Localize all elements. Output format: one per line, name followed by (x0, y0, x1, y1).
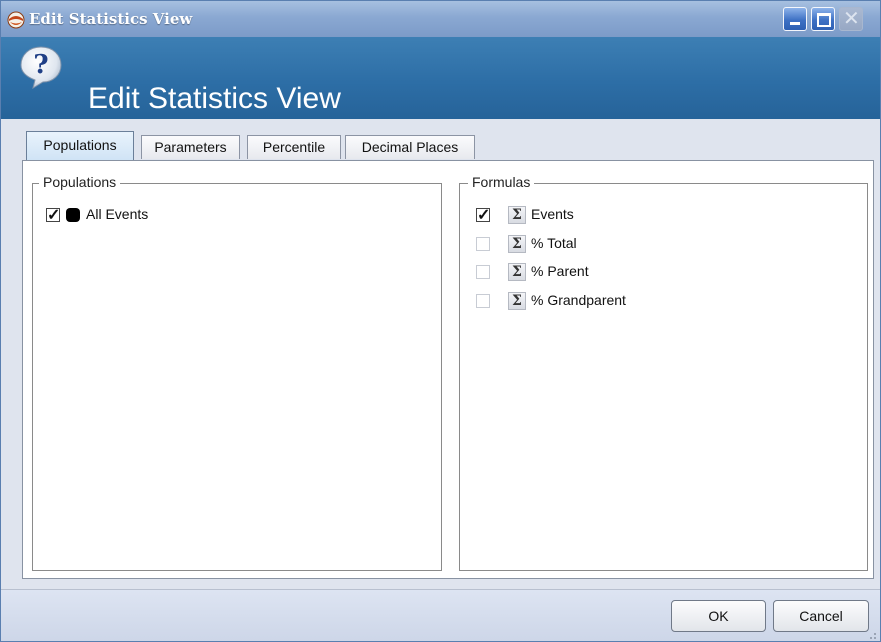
svg-text:?: ? (33, 50, 48, 80)
close-icon: ✕ (843, 6, 860, 30)
edit-statistics-dialog: Edit Statistics View ✕ ? Edit Statistics… (0, 0, 881, 642)
ok-button[interactable]: OK (671, 600, 766, 632)
formula-checkbox[interactable] (476, 294, 490, 308)
tab-percentile[interactable]: Percentile (247, 135, 341, 159)
close-button[interactable]: ✕ (839, 6, 863, 31)
populations-group: Populations ✓ All Events (32, 174, 442, 571)
population-color-swatch (66, 208, 80, 222)
formula-label: % Total (531, 235, 577, 251)
maximize-icon (817, 13, 831, 27)
dialog-heading: Edit Statistics View (88, 82, 341, 115)
maximize-button[interactable] (811, 7, 835, 31)
cancel-button[interactable]: Cancel (773, 600, 869, 632)
formula-label: Events (531, 206, 574, 222)
population-item[interactable]: ✓ All Events (46, 205, 346, 225)
sigma-icon: Σ (508, 235, 526, 253)
help-icon: ? (20, 46, 62, 89)
formula-checkbox[interactable]: ✓ (476, 207, 491, 224)
sigma-icon: Σ (508, 263, 526, 281)
tab-strip: Populations Parameters Percentile Decima… (1, 119, 880, 161)
checkmark-icon: ✓ (47, 207, 61, 224)
formula-item[interactable]: ✓ Σ Events (476, 205, 776, 225)
formulas-legend: Formulas (468, 174, 535, 190)
populations-legend: Populations (39, 174, 121, 190)
tab-parameters[interactable]: Parameters (141, 135, 240, 159)
window-title: Edit Statistics View (29, 10, 193, 28)
app-logo-icon (7, 11, 25, 29)
dialog-header: ? Edit Statistics View (1, 37, 880, 119)
formula-checkbox[interactable] (476, 265, 490, 279)
formula-checkbox[interactable] (476, 237, 490, 251)
tab-populations[interactable]: Populations (26, 131, 134, 161)
checkmark-icon: ✓ (477, 207, 491, 224)
sigma-icon: Σ (508, 206, 526, 224)
minimize-icon (790, 22, 800, 25)
formula-item[interactable]: Σ % Grandparent (476, 291, 776, 311)
formula-item[interactable]: Σ % Parent (476, 262, 776, 282)
title-bar[interactable]: Edit Statistics View ✕ (1, 1, 880, 37)
population-checkbox[interactable]: ✓ (46, 207, 61, 224)
dialog-footer: OK Cancel (1, 589, 880, 641)
formula-label: % Grandparent (531, 292, 626, 308)
sigma-icon: Σ (508, 292, 526, 310)
formula-item[interactable]: Σ % Total (476, 234, 776, 254)
tab-content-panel: Populations ✓ All Events Formulas ✓ Σ Ev… (22, 160, 874, 579)
population-label: All Events (86, 206, 149, 222)
resize-grip-icon[interactable] (867, 630, 877, 640)
formula-label: % Parent (531, 263, 589, 279)
tab-decimal-places[interactable]: Decimal Places (345, 135, 475, 159)
formulas-group: Formulas ✓ Σ Events Σ % Total Σ % Parent… (459, 174, 868, 571)
minimize-button[interactable] (783, 7, 807, 31)
